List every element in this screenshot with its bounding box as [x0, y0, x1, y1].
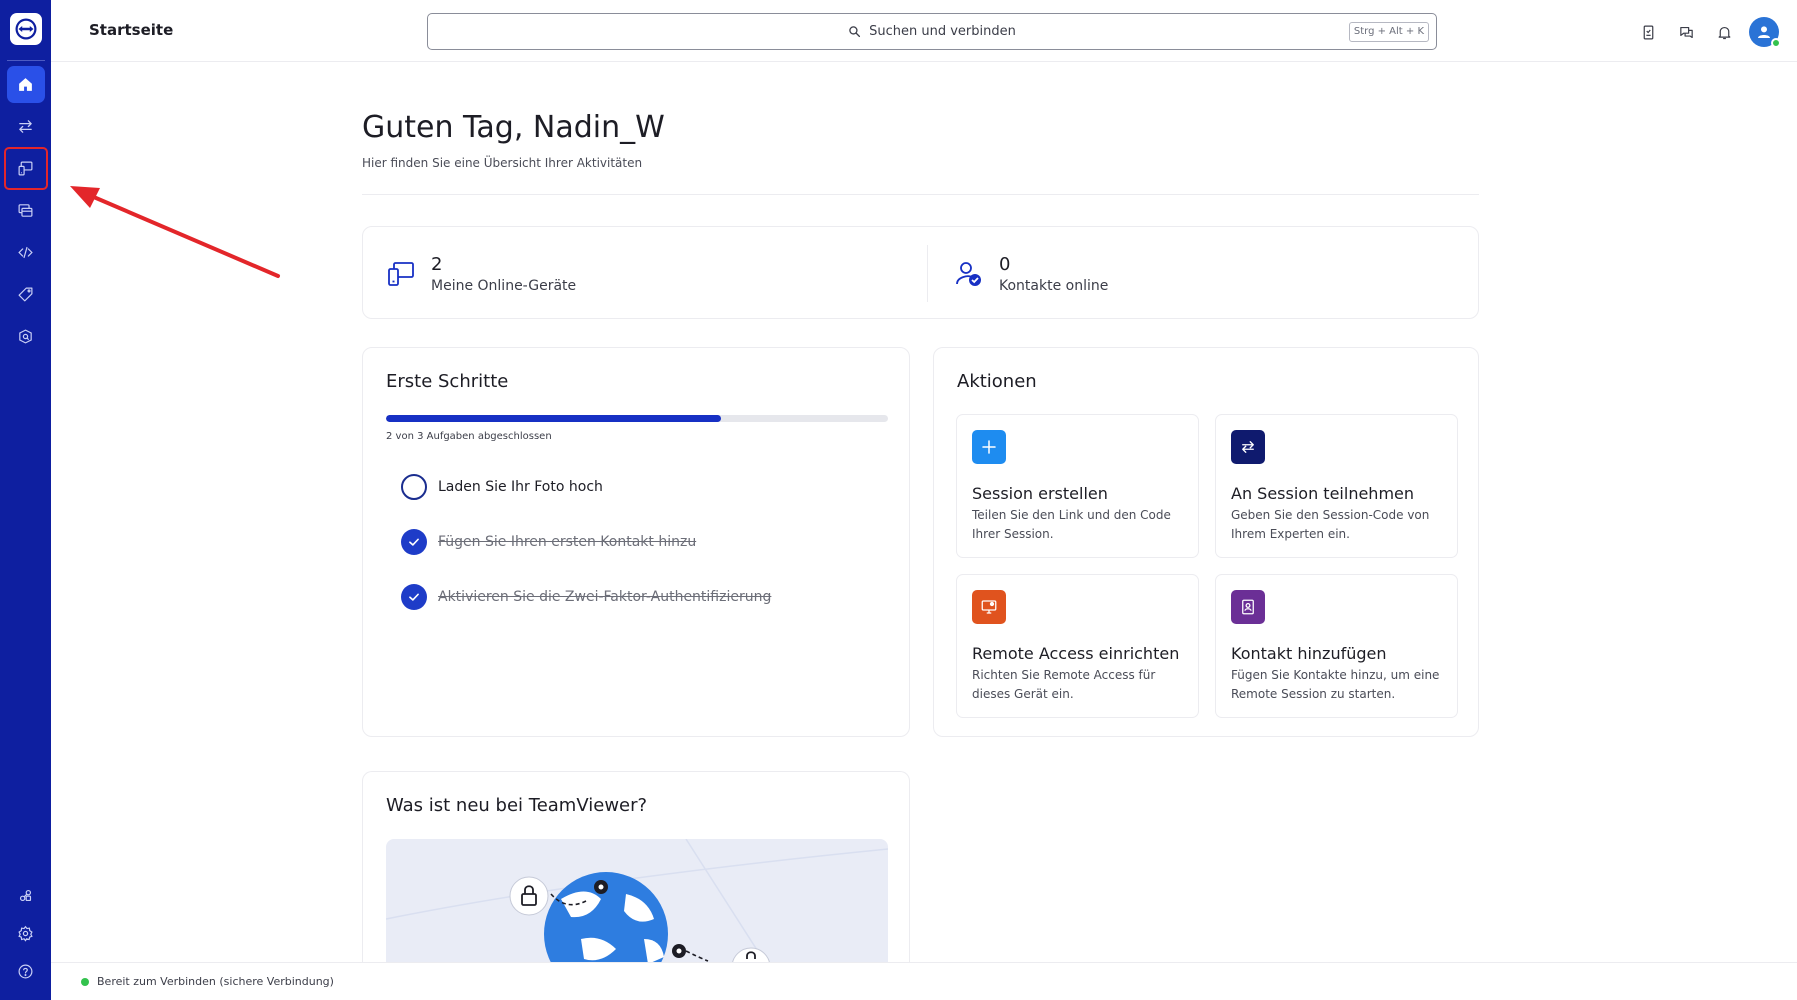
stat-contacts-value: 0 [999, 253, 1011, 275]
action-create-session[interactable]: Session erstellen Teilen Sie den Link un… [956, 414, 1199, 558]
code-icon [18, 246, 33, 259]
devices-icon [388, 261, 414, 286]
action-join-session[interactable]: An Session teilnehmen Geben Sie den Sess… [1215, 414, 1458, 558]
whats-new-title: Was ist neu bei TeamViewer? [386, 795, 648, 816]
teamviewer-logo-icon[interactable] [9, 13, 42, 45]
action-add-contact[interactable]: Kontakt hinzufügen Fügen Sie Kontakte hi… [1215, 574, 1458, 718]
task-label: Fügen Sie Ihren ersten Kontakt hinzu [438, 534, 697, 550]
transfer-icon [19, 120, 32, 133]
scan-icon [19, 329, 32, 344]
status-bar: Bereit zum Verbinden (sichere Verbindung… [51, 962, 1797, 1000]
sidebar-item-settings[interactable] [7, 914, 45, 952]
action-title: Remote Access einrichten [972, 644, 1180, 663]
search-shortcut-badge: Strg + Alt + K [1348, 22, 1429, 42]
sidebar-item-transfer[interactable] [7, 108, 45, 145]
chat-button[interactable] [1667, 18, 1705, 46]
search-icon [849, 26, 861, 38]
action-description: Geben Sie den Session-Code von Ihrem Exp… [1231, 508, 1430, 541]
page-title: Startseite [89, 21, 174, 39]
progress-fill [386, 415, 721, 422]
sidebar [0, 0, 51, 1000]
stats-card: 2 Meine Online-Geräte 0 Kontakte online [362, 226, 1479, 319]
task-item[interactable]: Fügen Sie Ihren ersten Kontakt hinzu [401, 529, 696, 555]
sidebar-bottom [0, 876, 51, 990]
stat-devices-label: Meine Online-Geräte [431, 277, 577, 294]
user-avatar[interactable] [1749, 17, 1781, 48]
actions-title: Aktionen [957, 371, 1037, 392]
user-icon [1758, 26, 1770, 38]
check-circle-icon [401, 584, 427, 610]
sidebar-item-help[interactable] [7, 952, 45, 990]
action-remote-access[interactable]: Remote Access einrichten Richten Sie Rem… [956, 574, 1199, 718]
contact-icon [1231, 590, 1265, 624]
sidebar-item-devices[interactable] [3, 147, 48, 190]
progress-bar [386, 415, 888, 422]
home-icon [19, 78, 32, 91]
stat-devices-value: 2 [431, 253, 443, 275]
action-title: Kontakt hinzufügen [1231, 644, 1387, 663]
search-input[interactable]: Suchen und verbinden Strg + Alt + K [427, 13, 1437, 50]
sessions-icon [18, 204, 33, 217]
stat-separator [927, 245, 928, 302]
divider [362, 194, 1479, 195]
action-title: Session erstellen [972, 484, 1108, 503]
whats-new-illustration[interactable] [386, 839, 888, 964]
chat-icon [1679, 26, 1693, 38]
greeting-title: Guten Tag, Nadin_W [362, 110, 665, 145]
sidebar-item-integrations[interactable] [7, 876, 45, 914]
search-placeholder: Suchen und verbinden [869, 24, 1016, 39]
remote-access-icon [972, 590, 1006, 624]
action-title: An Session teilnehmen [1231, 484, 1415, 503]
join-icon [1231, 430, 1265, 464]
globe-illustration-icon [386, 839, 888, 964]
clipboard-icon [1643, 25, 1653, 39]
task-label: Laden Sie Ihr Foto hoch [438, 479, 603, 495]
contacts-icon [956, 261, 981, 286]
sidebar-separator [6, 60, 45, 61]
bell-icon [1718, 26, 1730, 39]
action-description: Fügen Sie Kontakte hinzu, um eine Remote… [1231, 668, 1440, 701]
notifications-button[interactable] [1705, 18, 1743, 46]
action-description: Richten Sie Remote Access für dieses Ger… [972, 668, 1156, 701]
unchecked-circle-icon [401, 474, 427, 500]
action-description: Teilen Sie den Link und den Code Ihrer S… [972, 508, 1171, 541]
plus-icon [972, 430, 1006, 464]
clipboard-button[interactable] [1629, 18, 1667, 46]
top-icons [1629, 17, 1781, 48]
sidebar-item-code[interactable] [7, 234, 45, 271]
connection-status-text: Bereit zum Verbinden (sichere Verbindung… [97, 975, 334, 988]
actions-card: Aktionen Session erstellen Teilen Sie de… [933, 347, 1479, 737]
task-label: Aktivieren Sie die Zwei-Faktor-Authentif… [438, 589, 772, 605]
help-icon [18, 964, 33, 978]
greeting-subtitle: Hier finden Sie eine Übersicht Ihrer Akt… [362, 156, 643, 170]
integrations-icon [19, 889, 32, 901]
sidebar-item-scan[interactable] [7, 318, 45, 355]
check-circle-icon [401, 529, 427, 555]
task-item[interactable]: Aktivieren Sie die Zwei-Faktor-Authentif… [401, 584, 771, 610]
progress-text: 2 von 3 Aufgaben abgeschlossen [386, 431, 552, 442]
sidebar-item-home[interactable] [6, 66, 45, 103]
devices-icon [18, 161, 33, 176]
main-area: Startseite Suchen und verbinden Strg + A… [51, 0, 1797, 1000]
stat-online-devices[interactable]: 2 Meine Online-Geräte [385, 227, 576, 320]
connection-status-dot [81, 977, 89, 986]
first-steps-title: Erste Schritte [386, 371, 509, 392]
first-steps-card: Erste Schritte 2 von 3 Aufgaben abgeschl… [362, 347, 910, 737]
top-bar: Startseite Suchen und verbinden Strg + A… [51, 0, 1797, 62]
stat-contacts-label: Kontakte online [999, 277, 1109, 294]
sidebar-item-sessions[interactable] [7, 192, 45, 229]
settings-icon [18, 925, 33, 942]
task-item[interactable]: Laden Sie Ihr Foto hoch [401, 474, 603, 500]
sidebar-item-tag[interactable] [7, 276, 45, 313]
stat-contacts-online[interactable]: 0 Kontakte online [953, 227, 1108, 320]
online-status-dot [1771, 38, 1781, 48]
tag-icon [18, 287, 33, 302]
